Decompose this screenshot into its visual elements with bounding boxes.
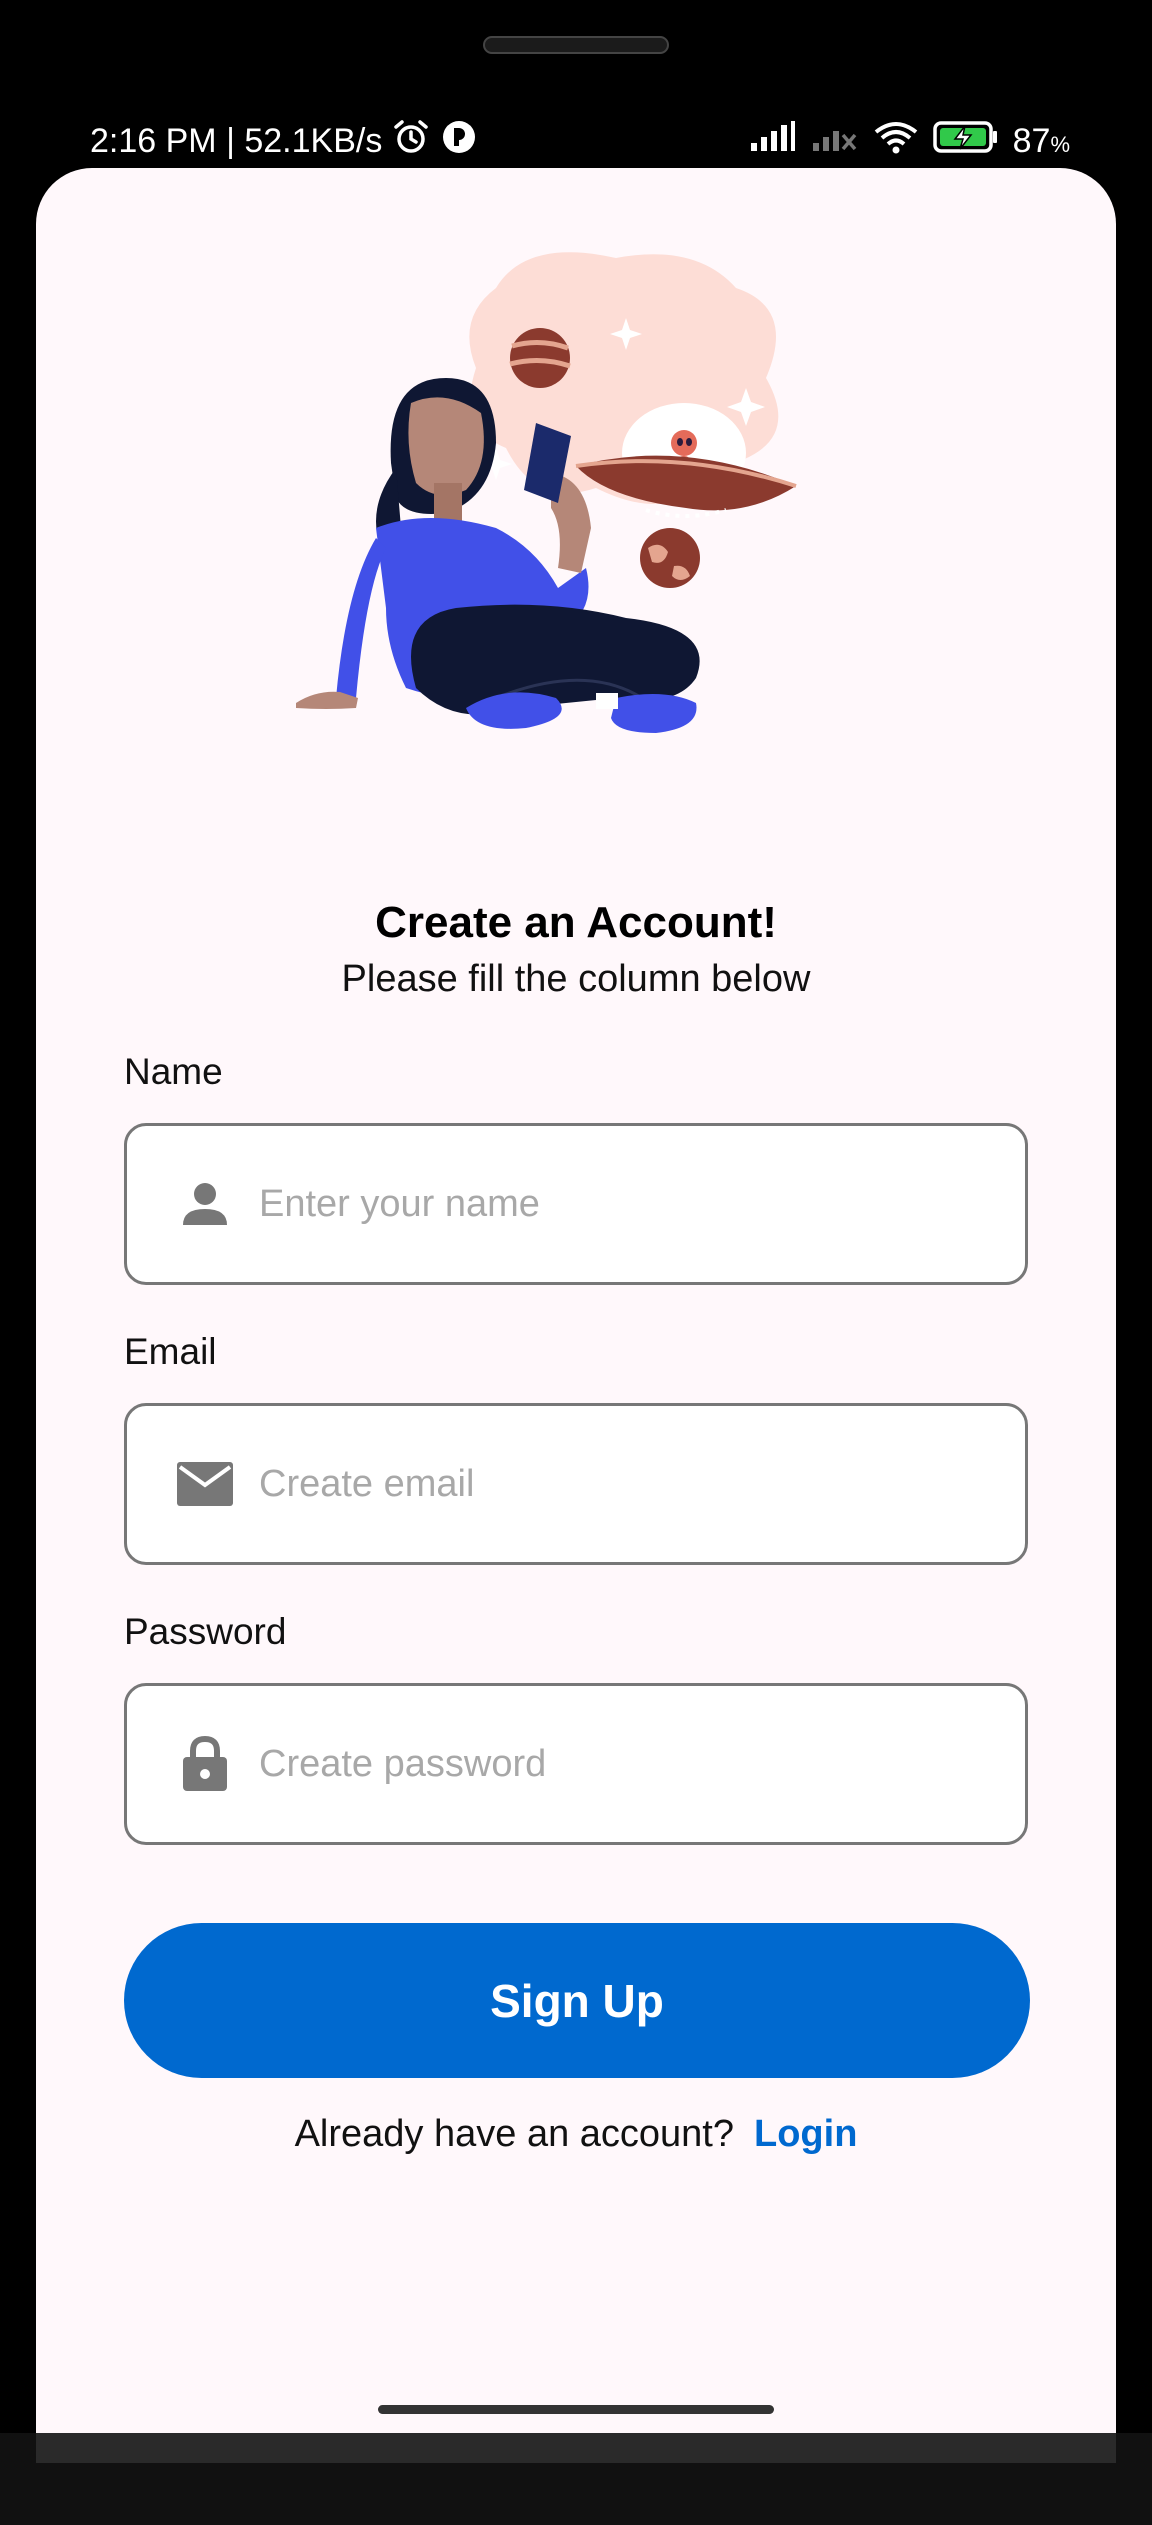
signup-illustration — [296, 252, 797, 733]
home-indicator[interactable] — [378, 2405, 774, 2414]
battery-percent: 87% — [1012, 121, 1070, 160]
email-label: Email — [124, 1331, 217, 1372]
password-field[interactable] — [124, 1683, 1028, 1845]
lock-icon — [175, 1734, 235, 1794]
login-link[interactable]: Login — [754, 2113, 857, 2155]
name-field[interactable] — [124, 1123, 1028, 1285]
status-time-speed: 2:16 PM | 52.1KB/s — [90, 121, 383, 160]
signal-icon — [749, 120, 797, 162]
wifi-icon — [873, 120, 919, 163]
password-label: Password — [124, 1611, 287, 1652]
sign-up-button[interactable]: Sign Up — [124, 1923, 1030, 2078]
status-bar: 2:16 PM | 52.1KB/s 87% — [90, 115, 1070, 167]
email-field[interactable] — [124, 1403, 1028, 1565]
alarm-icon — [392, 118, 430, 165]
signup-screen: Create an Account! Please fill the colum… — [36, 168, 1116, 2433]
battery-charging-icon — [932, 120, 999, 163]
battery-percent-unit: % — [1050, 131, 1070, 157]
phone-device: 2:16 PM | 52.1KB/s 87% Create an Account… — [0, 0, 1152, 2525]
name-input[interactable] — [257, 1181, 1001, 1227]
no-signal-icon — [811, 121, 859, 162]
login-prompt-row: Already have an account? Login — [36, 2113, 1116, 2156]
mail-icon — [175, 1454, 235, 1514]
password-input[interactable] — [257, 1741, 1001, 1787]
app-notification-icon — [440, 118, 478, 165]
person-icon — [175, 1174, 235, 1234]
login-prompt-text: Already have an account? — [294, 2113, 734, 2155]
earpiece-speaker — [483, 36, 669, 54]
page-subtitle: Please fill the column below — [341, 958, 811, 1000]
page-title: Create an Account! — [375, 898, 777, 947]
name-label: Name — [124, 1051, 223, 1092]
device-bottom-bezel — [36, 2433, 1116, 2463]
email-input[interactable] — [257, 1461, 1001, 1507]
